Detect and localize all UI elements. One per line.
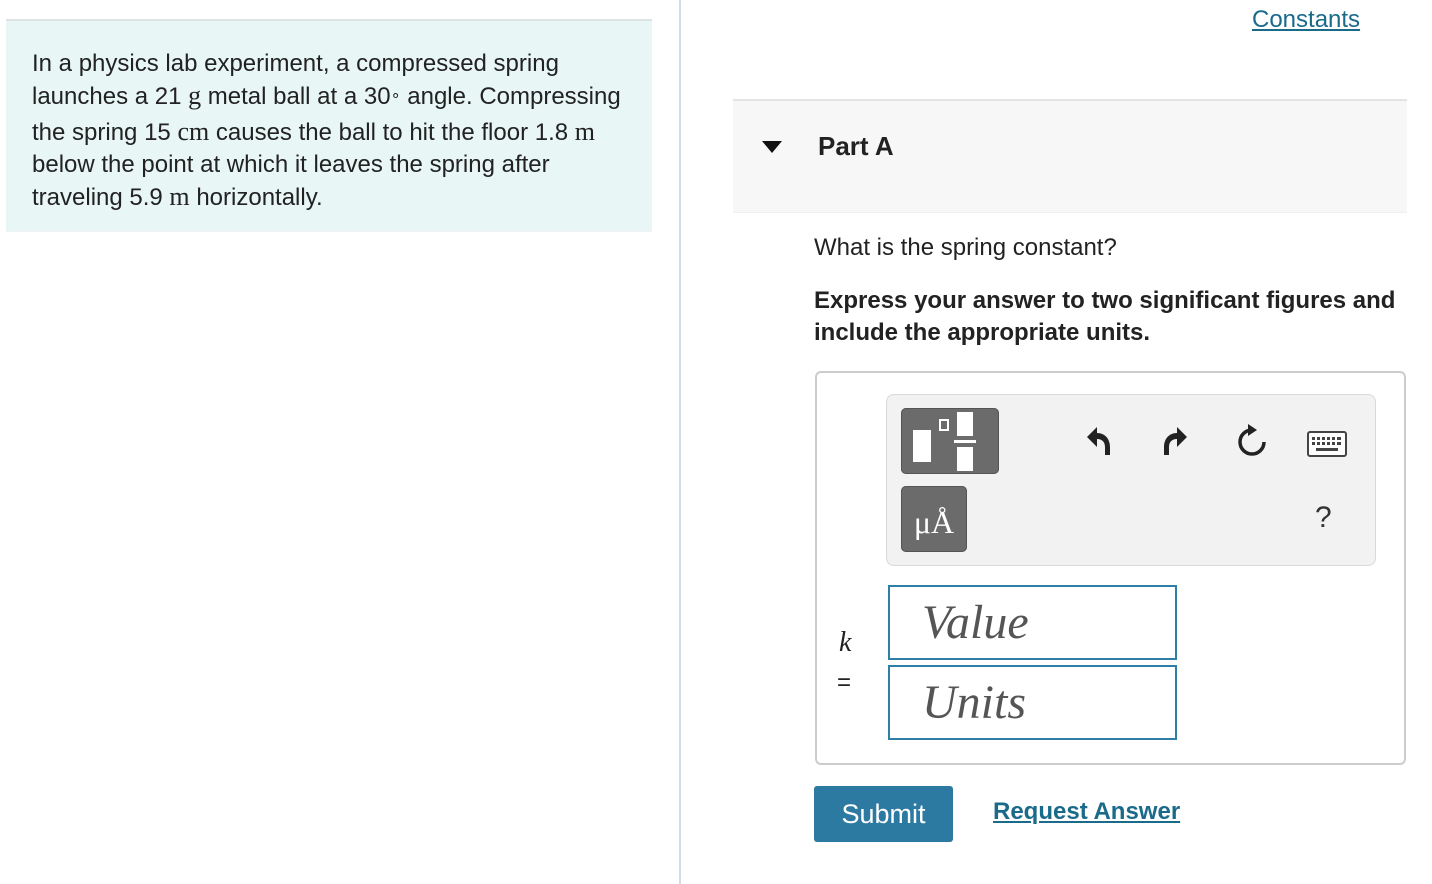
units-label: μÅ [913, 504, 955, 540]
redo-icon[interactable] [1161, 423, 1191, 457]
submit-button[interactable]: Submit [814, 786, 953, 842]
value-input[interactable] [888, 585, 1177, 660]
units-button[interactable]: μÅ [901, 486, 967, 552]
part-title: Part A [818, 131, 894, 161]
part-a-header[interactable]: Part A [733, 99, 1407, 213]
units-input[interactable] [888, 665, 1177, 740]
equals-sign: = [837, 669, 852, 696]
constants-link[interactable]: Constants [1252, 6, 1360, 34]
fraction-template-icon[interactable] [901, 408, 999, 474]
question-text: What is the spring constant? [814, 234, 1117, 261]
answer-box: μÅ ? k = [815, 371, 1406, 765]
math-toolbar: μÅ ? [886, 394, 1376, 566]
keyboard-icon[interactable] [1307, 431, 1347, 457]
request-answer-link[interactable]: Request Answer [993, 798, 1180, 826]
reset-icon[interactable] [1235, 423, 1269, 459]
instruction-text: Express your answer to two significant f… [814, 287, 1396, 346]
help-icon[interactable]: ? [1315, 501, 1332, 535]
problem-statement: In a physics lab experiment, a compresse… [32, 50, 621, 211]
undo-icon[interactable] [1083, 423, 1113, 457]
problem-panel: In a physics lab experiment, a compresse… [6, 19, 652, 232]
answer-variable: k [839, 627, 852, 658]
column-divider [679, 0, 681, 884]
caret-down-icon[interactable] [762, 141, 782, 153]
